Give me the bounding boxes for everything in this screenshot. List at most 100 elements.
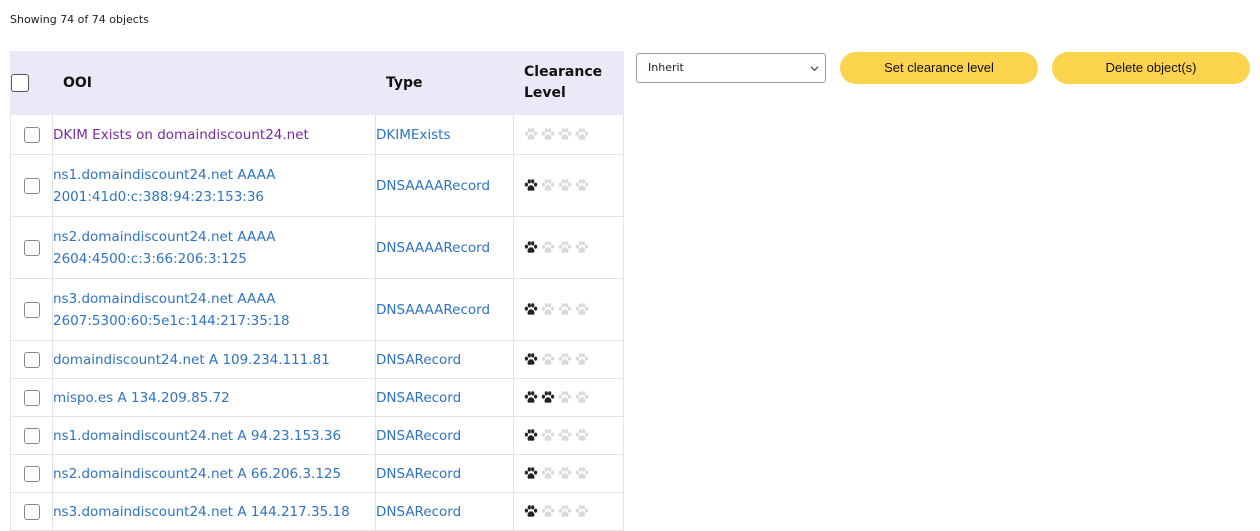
ooi-line1: ns3.domaindiscount24.net A 144.217.35.18 xyxy=(53,503,350,520)
paw-icon xyxy=(575,128,589,140)
paw-icon xyxy=(575,179,589,191)
paw-icon xyxy=(558,391,572,403)
set-clearance-level-button[interactable]: Set clearance level xyxy=(840,52,1038,84)
type-cell: DNSAAAARecord xyxy=(375,278,514,341)
ooi-cell: ns1.domaindiscount24.net A 94.23.153.36 xyxy=(52,416,376,455)
clearance-level-indicator xyxy=(514,467,623,480)
select-all-checkbox[interactable] xyxy=(11,74,29,92)
ooi-line1: ns1.domaindiscount24.net AAAA xyxy=(53,166,276,183)
clearance-cell xyxy=(513,216,624,279)
column-header-ooi[interactable]: OOI xyxy=(52,51,376,115)
row-select-cell xyxy=(10,416,53,455)
type-cell: DNSARecord xyxy=(375,416,514,455)
row-select-cell xyxy=(10,492,53,531)
table-row: ns1.domaindiscount24.net AAAA 2001:41d0:c… xyxy=(10,154,624,217)
ooi-cell: mispo.es A 134.209.85.72 xyxy=(52,378,376,417)
paw-icon xyxy=(541,241,555,253)
paw-icon xyxy=(541,505,555,517)
row-checkbox[interactable] xyxy=(23,239,40,256)
paw-icon xyxy=(524,128,538,140)
type-link[interactable]: DNSAAAARecord xyxy=(376,240,490,256)
ooi-line2: 2607:5300:60:5e1c:144:217:35:18 xyxy=(53,312,290,329)
row-checkbox[interactable] xyxy=(23,427,40,444)
ooi-cell: ns2.domaindiscount24.net A 66.206.3.125 xyxy=(52,454,376,493)
row-checkbox[interactable] xyxy=(23,465,40,482)
clearance-header-line1: Clearance xyxy=(524,64,603,80)
ooi-cell: ns1.domaindiscount24.net AAAA 2001:41d0:c… xyxy=(52,154,376,217)
column-header-clearance[interactable]: Clearance Level xyxy=(513,51,624,115)
clearance-cell xyxy=(513,454,624,493)
clearance-level-indicator xyxy=(514,303,623,316)
ooi-cell: ns3.domaindiscount24.net A 144.217.35.18 xyxy=(52,492,376,531)
row-checkbox[interactable] xyxy=(23,503,40,520)
ooi-link[interactable]: ns2.domaindiscount24.net A 66.206.3.125 xyxy=(53,466,341,482)
type-link[interactable]: DNSARecord xyxy=(376,390,461,406)
clearance-cell xyxy=(513,114,624,155)
paw-icon xyxy=(558,353,572,365)
ooi-cell: domaindiscount24.net A 109.234.111.81 xyxy=(52,340,376,379)
row-checkbox[interactable] xyxy=(23,351,40,368)
paw-icon xyxy=(558,128,572,140)
type-link[interactable]: DNSAAAARecord xyxy=(376,302,490,318)
row-checkbox[interactable] xyxy=(23,301,40,318)
table-row: ns2.domaindiscount24.net A 66.206.3.125 D… xyxy=(10,454,624,493)
row-select-cell xyxy=(10,216,53,279)
clearance-level-select[interactable]: Inherit xyxy=(636,53,826,83)
row-checkbox[interactable] xyxy=(23,177,40,194)
paw-icon xyxy=(558,241,572,253)
paw-icon xyxy=(541,303,555,315)
type-link[interactable]: DNSARecord xyxy=(376,428,461,444)
paw-icon xyxy=(524,303,538,315)
type-link[interactable]: DNSARecord xyxy=(376,504,461,520)
ooi-link[interactable]: ns3.domaindiscount24.net AAAA 2607:5300:6… xyxy=(53,291,290,329)
ooi-link[interactable]: DKIM Exists on domaindiscount24.net xyxy=(53,127,309,143)
paw-icon xyxy=(524,505,538,517)
ooi-link[interactable]: ns1.domaindiscount24.net A 94.23.153.36 xyxy=(53,428,341,444)
table-row: ns3.domaindiscount24.net AAAA 2607:5300:6… xyxy=(10,278,624,341)
ooi-table: OOI Type Clearance Level DKIM Exists on … xyxy=(10,51,624,531)
delete-objects-button[interactable]: Delete object(s) xyxy=(1052,52,1250,84)
ooi-line1: ns2.domaindiscount24.net AAAA xyxy=(53,228,276,245)
clearance-cell xyxy=(513,492,624,531)
ooi-line2: 2604:4500:c:3:66:206:3:125 xyxy=(53,250,247,267)
row-select-cell xyxy=(10,114,53,155)
paw-icon xyxy=(575,303,589,315)
type-link[interactable]: DNSARecord xyxy=(376,466,461,482)
paw-icon xyxy=(558,303,572,315)
ooi-link[interactable]: ns3.domaindiscount24.net A 144.217.35.18 xyxy=(53,504,350,520)
row-select-cell xyxy=(10,340,53,379)
clearance-cell xyxy=(513,378,624,417)
type-link[interactable]: DKIMExists xyxy=(376,127,451,143)
ooi-link[interactable]: ns1.domaindiscount24.net AAAA 2001:41d0:c… xyxy=(53,167,275,205)
ooi-link[interactable]: ns2.domaindiscount24.net AAAA 2604:4500:c… xyxy=(53,229,275,267)
ooi-cell: ns3.domaindiscount24.net AAAA 2607:5300:6… xyxy=(52,278,376,341)
ooi-cell: ns2.domaindiscount24.net AAAA 2604:4500:c… xyxy=(52,216,376,279)
clearance-cell xyxy=(513,278,624,341)
table-row: ns2.domaindiscount24.net AAAA 2604:4500:c… xyxy=(10,216,624,279)
row-checkbox[interactable] xyxy=(23,389,40,406)
paw-icon xyxy=(524,467,538,479)
table-row: DKIM Exists on domaindiscount24.net DKIME… xyxy=(10,114,624,155)
ooi-line1: DKIM Exists on domaindiscount24.net xyxy=(53,126,309,143)
paw-icon xyxy=(541,391,555,403)
row-checkbox[interactable] xyxy=(23,126,40,143)
ooi-link[interactable]: domaindiscount24.net A 109.234.111.81 xyxy=(53,352,330,368)
type-link[interactable]: DNSARecord xyxy=(376,352,461,368)
type-cell: DNSAAAARecord xyxy=(375,216,514,279)
clearance-header-line2: Level xyxy=(524,85,566,101)
column-header-type[interactable]: Type xyxy=(375,51,514,115)
paw-icon xyxy=(524,429,538,441)
paw-icon xyxy=(541,128,555,140)
clearance-level-indicator xyxy=(514,179,623,192)
type-link[interactable]: DNSAAAARecord xyxy=(376,178,490,194)
table-row: domaindiscount24.net A 109.234.111.81 DNS… xyxy=(10,340,624,379)
ooi-link[interactable]: mispo.es A 134.209.85.72 xyxy=(53,390,230,406)
ooi-line1: ns1.domaindiscount24.net A 94.23.153.36 xyxy=(53,427,342,444)
clearance-select-value: Inherit xyxy=(648,61,684,74)
paw-icon xyxy=(558,467,572,479)
clearance-level-indicator xyxy=(514,391,623,404)
paw-icon xyxy=(541,429,555,441)
paw-icon xyxy=(575,391,589,403)
paw-icon xyxy=(541,353,555,365)
ooi-line1: ns2.domaindiscount24.net A 66.206.3.125 xyxy=(53,465,342,482)
